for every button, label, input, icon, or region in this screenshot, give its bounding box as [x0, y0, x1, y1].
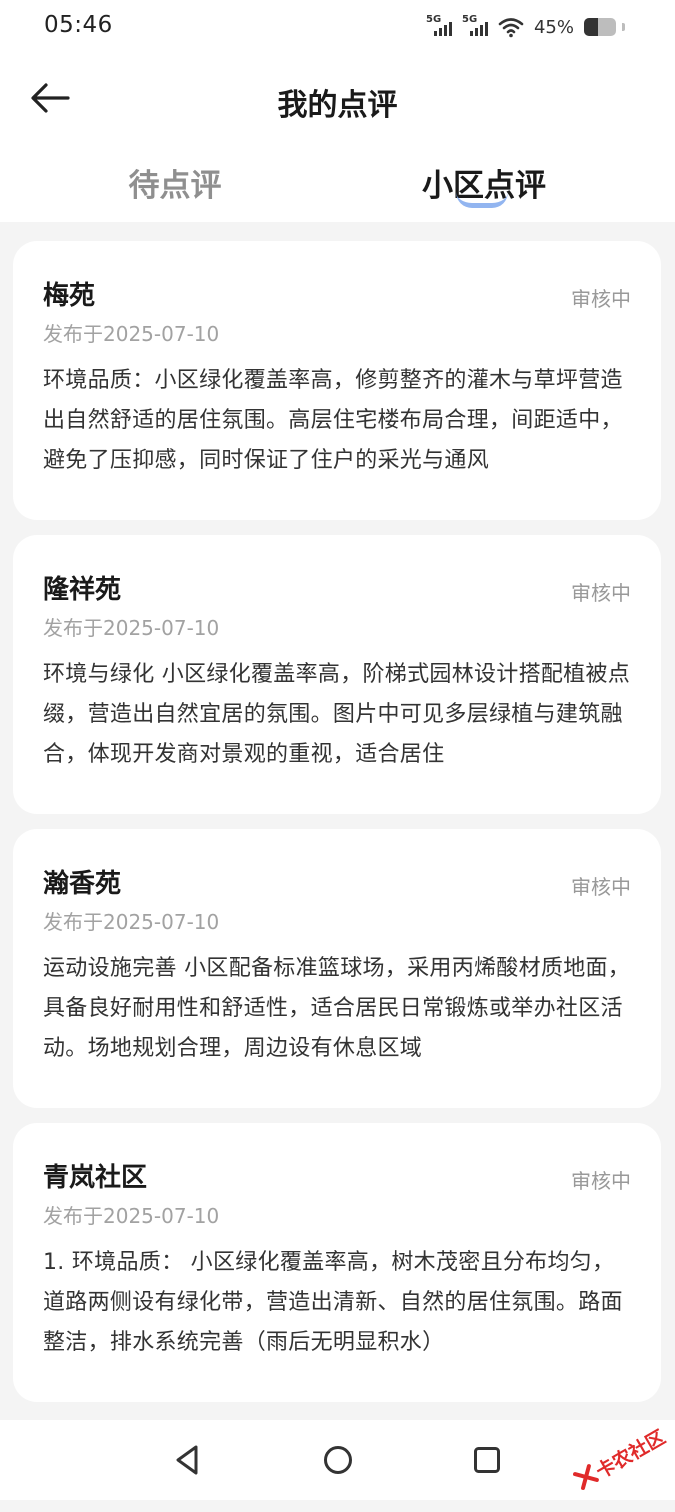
status-badge: 审核中: [571, 871, 631, 900]
tab-pending-review[interactable]: 待点评: [75, 160, 275, 205]
watermark-text: 卡农社区: [590, 1423, 669, 1484]
review-card[interactable]: 瀚香苑 审核中 发布于2025-07-10 运动设施完善 小区配备标准篮球场，采…: [13, 829, 661, 1108]
publish-date: 发布于2025-07-10: [43, 321, 631, 347]
publish-date: 发布于2025-07-10: [43, 615, 631, 641]
community-name: 隆祥苑: [43, 573, 631, 607]
publish-date: 发布于2025-07-10: [43, 909, 631, 935]
status-bar: 05:46 5G 5G 45%: [0, 0, 675, 54]
status-badge: 审核中: [571, 1165, 631, 1194]
review-list: 梅苑 审核中 发布于2025-07-10 环境品质：小区绿化覆盖率高，修剪整齐的…: [13, 241, 661, 1417]
review-text: 1. 环境品质： 小区绿化覆盖率高，树木茂密且分布均匀，道路两侧设有绿化带，营造…: [43, 1243, 631, 1363]
status-badge: 审核中: [571, 283, 631, 312]
signal-5g-icon: 5G: [462, 16, 492, 38]
status-time: 05:46: [44, 12, 113, 38]
review-text: 运动设施完善 小区配备标准篮球场，采用丙烯酸材质地面，具备良好耐用性和舒适性，适…: [43, 949, 631, 1069]
nav-home-button[interactable]: [316, 1438, 360, 1482]
status-badge: 审核中: [571, 577, 631, 606]
review-card[interactable]: 梅苑 审核中 发布于2025-07-10 环境品质：小区绿化覆盖率高，修剪整齐的…: [13, 241, 661, 520]
battery-icon: [584, 18, 616, 36]
battery-percent: 45%: [534, 17, 574, 38]
square-recent-icon: [465, 1438, 509, 1482]
tab-bar: 待点评 小区点评: [0, 150, 675, 220]
nav-recent-button[interactable]: [465, 1438, 509, 1482]
header: 我的点评: [0, 62, 675, 138]
page-title: 我的点评: [0, 80, 675, 124]
battery-tip: [622, 23, 625, 31]
community-name: 瀚香苑: [43, 867, 631, 901]
system-nav-bar: 卡农社区: [0, 1420, 675, 1500]
nav-back-button[interactable]: [166, 1438, 210, 1482]
top-area: 05:46 5G 5G 45%: [0, 0, 675, 222]
signal-5g-icon: 5G: [426, 16, 456, 38]
review-text: 环境品质：小区绿化覆盖率高，修剪整齐的灌木与草坪营造出自然舒适的居住氛围。高层住…: [43, 361, 631, 481]
triangle-back-icon: [166, 1438, 210, 1482]
active-tab-indicator: [456, 192, 508, 208]
review-card[interactable]: 隆祥苑 审核中 发布于2025-07-10 环境与绿化 小区绿化覆盖率高，阶梯式…: [13, 535, 661, 814]
wifi-icon: [498, 16, 524, 38]
community-name: 青岚社区: [43, 1161, 631, 1195]
community-name: 梅苑: [43, 279, 631, 313]
watermark-logo: 卡农社区: [563, 1412, 675, 1512]
status-icons: 5G 5G 45%: [426, 14, 625, 40]
review-card[interactable]: 青岚社区 审核中 发布于2025-07-10 1. 环境品质： 小区绿化覆盖率高…: [13, 1123, 661, 1402]
circle-home-icon: [316, 1438, 360, 1482]
review-text: 环境与绿化 小区绿化覆盖率高，阶梯式园林设计搭配植被点缀，营造出自然宜居的氛围。…: [43, 655, 631, 775]
publish-date: 发布于2025-07-10: [43, 1203, 631, 1229]
